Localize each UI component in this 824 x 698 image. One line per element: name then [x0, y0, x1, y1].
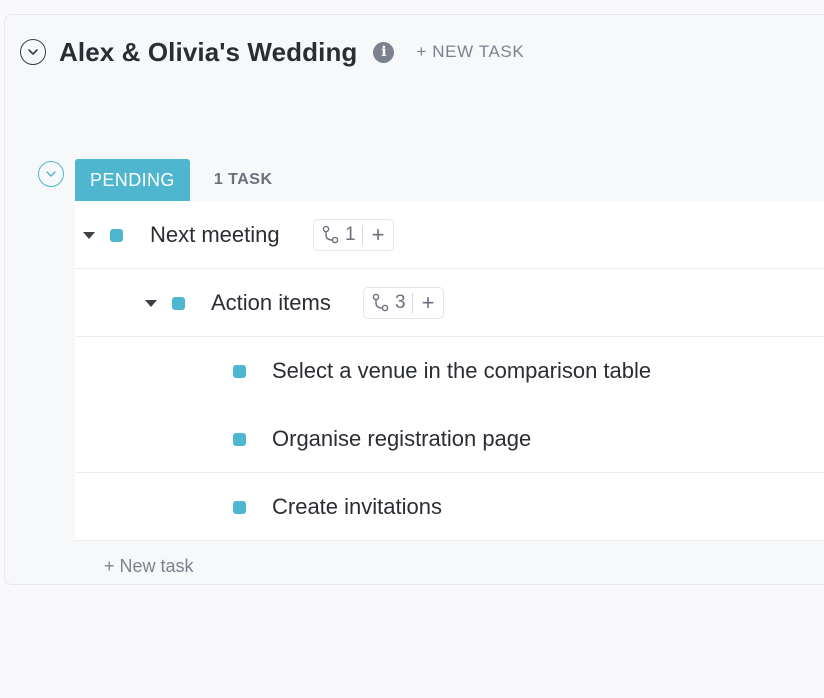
status-group-header: PENDING 1 TASK: [38, 159, 273, 201]
info-icon[interactable]: i: [373, 41, 395, 63]
task-row[interactable]: Select a venue in the comparison table: [75, 337, 824, 405]
task-row[interactable]: Action items 3 +: [75, 269, 824, 337]
subtask-branch-icon: [322, 225, 339, 244]
new-task-button[interactable]: + New task: [104, 556, 194, 577]
task-row[interactable]: Create invitations: [75, 473, 824, 541]
subtask-pill: 3 +: [363, 287, 445, 319]
status-square-icon[interactable]: [233, 433, 246, 446]
collapse-list-icon[interactable]: [20, 39, 46, 65]
subtask-branch-icon: [372, 293, 389, 312]
task-name[interactable]: Next meeting: [150, 222, 280, 248]
status-square-icon[interactable]: [110, 229, 123, 242]
subtask-pill: 1 +: [313, 219, 395, 251]
subtasks-toggle[interactable]: 3: [364, 288, 412, 318]
status-square-icon[interactable]: [233, 501, 246, 514]
status-badge[interactable]: PENDING: [75, 159, 190, 201]
task-name[interactable]: Action items: [211, 290, 331, 316]
new-task-header-button[interactable]: + NEW TASK: [416, 42, 524, 62]
task-name[interactable]: Organise registration page: [272, 426, 531, 452]
task-row[interactable]: Organise registration page: [75, 405, 824, 473]
add-subtask-button[interactable]: +: [363, 224, 394, 246]
status-square-icon[interactable]: [233, 365, 246, 378]
list-title: Alex & Olivia's Wedding: [59, 36, 358, 67]
add-subtask-button[interactable]: +: [413, 292, 444, 314]
task-row[interactable]: Next meeting 1 +: [75, 201, 824, 269]
status-square-icon[interactable]: [172, 297, 185, 310]
list-header: Alex & Olivia's Wedding i + NEW TASK: [20, 36, 524, 68]
task-count: 1 TASK: [213, 171, 273, 188]
caret-down-icon[interactable]: [83, 232, 95, 239]
task-name[interactable]: Create invitations: [272, 494, 442, 520]
collapse-group-icon[interactable]: [38, 161, 64, 187]
caret-down-icon[interactable]: [145, 300, 157, 307]
task-name[interactable]: Select a venue in the comparison table: [272, 358, 651, 384]
subtask-count: 1: [345, 224, 356, 245]
subtasks-toggle[interactable]: 1: [314, 220, 362, 250]
subtask-count: 3: [395, 292, 406, 313]
task-list: Next meeting 1 + Action items 3 + Select…: [75, 201, 824, 541]
